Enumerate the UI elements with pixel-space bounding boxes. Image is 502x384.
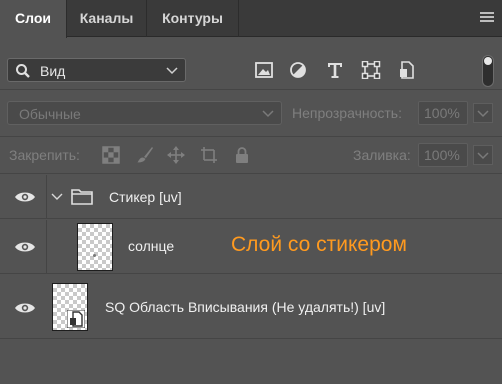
lock-label: Закрепить:: [9, 147, 80, 163]
chevron-down-icon: [166, 67, 178, 75]
thumbnail-content-dot: [93, 254, 96, 257]
filter-toggle[interactable]: [482, 55, 494, 87]
blend-mode-value: Обычные: [19, 106, 81, 122]
type-filter-icon[interactable]: [325, 61, 345, 79]
eye-icon[interactable]: [14, 240, 36, 254]
layer-thumbnail: [77, 223, 113, 271]
search-icon: [16, 64, 30, 78]
fill-dropdown-icon[interactable]: [473, 145, 493, 165]
blend-mode-dropdown[interactable]: Обычные: [7, 101, 282, 125]
lock-image-pixels-brush-icon[interactable]: [136, 146, 154, 164]
layer-name: Стикер [uv]: [109, 189, 182, 205]
tab-channels[interactable]: Каналы: [67, 0, 147, 37]
eye-icon[interactable]: [14, 190, 36, 204]
shape-filter-icon[interactable]: [361, 61, 381, 79]
lock-artboard-crop-icon[interactable]: [200, 146, 218, 164]
panel-menu-icon[interactable]: [480, 12, 494, 24]
fill-input[interactable]: 100%: [418, 143, 468, 167]
layer-name: солнце: [128, 238, 175, 254]
filter-kind-dropdown[interactable]: Вид: [7, 58, 186, 82]
layer-thumbnail: [52, 283, 88, 331]
lock-transparent-pixels-icon[interactable]: [102, 146, 120, 164]
fill-label: Заливка:: [353, 147, 411, 163]
visibility-column-divider: [46, 175, 47, 218]
tab-paths[interactable]: Контуры: [147, 0, 239, 37]
chevron-down-icon: [262, 110, 274, 118]
eye-icon[interactable]: [14, 301, 36, 315]
sticker-layer-annotation: Слой со стикером: [231, 233, 407, 256]
panel-tab-bar: Слои Каналы Контуры: [0, 0, 502, 38]
lock-position-move-icon[interactable]: [167, 146, 185, 164]
toggle-knob: [484, 57, 492, 65]
expand-chevron-icon[interactable]: [51, 192, 63, 202]
layer-filter-row: Вид: [0, 37, 502, 90]
image-filter-icon[interactable]: [254, 61, 274, 79]
lock-all-padlock-icon[interactable]: [233, 146, 251, 164]
smart-object-badge-icon: [67, 310, 85, 328]
adjustment-filter-icon[interactable]: [288, 61, 308, 79]
smart-object-filter-icon[interactable]: [397, 61, 417, 79]
filter-kind-value: Вид: [40, 63, 66, 79]
layer-name: SQ Область Вписывания (Не удалять!) [uv]: [105, 299, 386, 315]
layer-row-group[interactable]: Стикер [uv]: [0, 175, 502, 219]
visibility-column-divider: [46, 220, 47, 273]
opacity-label: Непрозрачность:: [292, 105, 402, 121]
folder-icon: [71, 189, 93, 205]
blend-row: Обычные Непрозрачность: 100%: [0, 90, 502, 137]
opacity-dropdown-icon[interactable]: [473, 103, 493, 123]
layer-row-smart-object[interactable]: SQ Область Вписывания (Не удалять!) [uv]: [0, 275, 502, 339]
tab-layers[interactable]: Слои: [0, 0, 67, 38]
lock-row: Закрепить: Заливка: 100%: [0, 137, 502, 174]
opacity-input[interactable]: 100%: [418, 101, 468, 125]
